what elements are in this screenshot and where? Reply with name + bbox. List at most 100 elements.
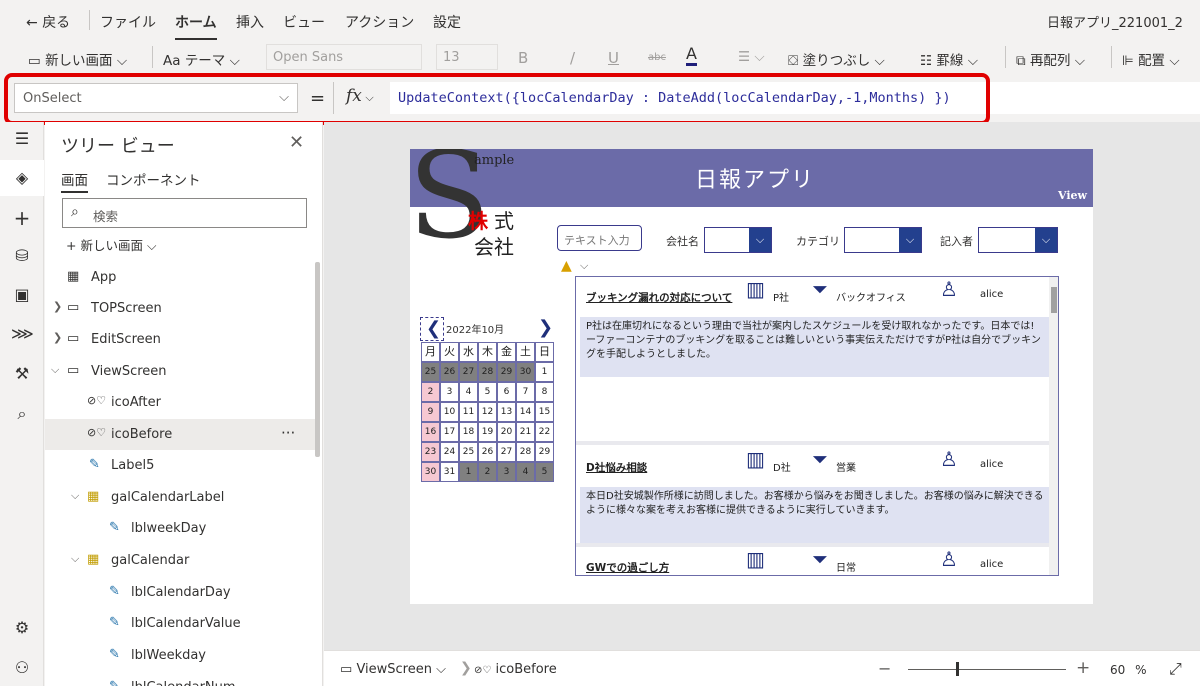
calendar-day-cell[interactable]: 7 (516, 382, 535, 402)
search-box[interactable]: ⌕ 検索 (62, 198, 307, 228)
calendar-day-cell[interactable]: 29 (497, 362, 516, 382)
calendar-day-cell[interactable]: 28 (516, 442, 535, 462)
warning-icon[interactable]: ▲ (561, 258, 572, 274)
tree-item-galcalendar[interactable]: ⌵ ▦ galCalendar (45, 545, 315, 576)
new-screen-button[interactable]: ▭ 新しい画面 ⌵ (28, 49, 127, 69)
calendar-day-cell[interactable]: 10 (440, 402, 459, 422)
tree-item-topscreen[interactable]: ❯ ▭ TOPScreen (45, 293, 315, 324)
tree-item-galcalendarlabel[interactable]: ⌵ ▦ galCalendarLabel (45, 482, 315, 513)
tree-item-lblcalendarvalue[interactable]: ✎ lblCalendarValue (45, 608, 315, 639)
text-input[interactable]: テキスト入力 (557, 225, 642, 251)
calendar-day-cell[interactable]: 4 (516, 462, 535, 482)
tree-item-icoafter[interactable]: ⊘♡ icoAfter (45, 387, 315, 418)
calendar-day-cell[interactable]: 23 (421, 442, 440, 462)
calendar-day-cell[interactable]: 3 (440, 382, 459, 402)
calendar-day-cell[interactable]: 27 (459, 362, 478, 382)
gear-icon[interactable]: ⚙ (11, 618, 33, 640)
font-size-dropdown[interactable]: 13 (436, 44, 498, 70)
calendar-day-cell[interactable]: 16 (421, 422, 440, 442)
plus-icon[interactable]: + (11, 206, 33, 230)
theme-button[interactable]: Aa テーマ ⌵ (163, 49, 240, 69)
tree-item-lblweekday[interactable]: ✎ lblweekDay (45, 513, 315, 544)
calendar-day-cell[interactable]: 17 (440, 422, 459, 442)
screen-selector[interactable]: ▭ ViewScreen ⌵ (340, 662, 446, 677)
chevron-right-icon[interactable]: ❯ (53, 300, 62, 313)
calendar-day-cell[interactable]: 26 (478, 442, 497, 462)
text-align-icon[interactable]: ☰ ⌵ (738, 49, 765, 65)
tree-item-lblweekday2[interactable]: ✎ lblWeekday (45, 640, 315, 671)
calendar-day-cell[interactable]: 11 (459, 402, 478, 422)
calendar-day-cell[interactable]: 29 (535, 442, 554, 462)
more-options-icon[interactable]: ··· (281, 424, 295, 442)
calendar-day-cell[interactable]: 9 (421, 402, 440, 422)
fill-button[interactable]: ⛋ 塗りつぶし ⌵ (788, 49, 885, 69)
selected-control[interactable]: ⊘♡ icoBefore (474, 662, 557, 677)
report-gallery[interactable]: ブッキング漏れの対応について ▥ P社 ⏷ バックオフィス ♙ alice P社… (575, 276, 1059, 576)
calendar-day-cell[interactable]: 26 (440, 362, 459, 382)
calendar-day-cell[interactable]: 21 (516, 422, 535, 442)
font-color-button[interactable]: A (686, 45, 697, 66)
calendar-day-cell[interactable]: 1 (459, 462, 478, 482)
calendar-day-cell[interactable]: 12 (478, 402, 497, 422)
calendar-day-cell[interactable]: 27 (497, 442, 516, 462)
calendar-day-cell[interactable]: 2 (478, 462, 497, 482)
gallery-scrollbar-thumb[interactable] (1051, 287, 1057, 313)
strikethrough-button[interactable]: abc (648, 52, 666, 63)
zoom-in-button[interactable]: + (1076, 658, 1090, 678)
media-icon[interactable]: ▣ (11, 285, 33, 307)
calendar-day-cell[interactable]: 13 (497, 402, 516, 422)
card-title[interactable]: GWでの過ごし方 (586, 560, 669, 575)
menu-home[interactable]: ホーム (175, 12, 217, 40)
calendar-day-cell[interactable]: 19 (478, 422, 497, 442)
ico-before-selection[interactable]: ❮ (420, 317, 444, 341)
tree-item-lblcalendarnum[interactable]: ✎ lblCalendarNum (45, 672, 315, 686)
font-dropdown[interactable]: Open Sans (266, 44, 422, 70)
tree-scrollbar[interactable] (315, 262, 320, 457)
calendar-day-cell[interactable]: 25 (421, 362, 440, 382)
calendar-day-cell[interactable]: 18 (459, 422, 478, 442)
italic-button[interactable]: / (570, 49, 575, 67)
chevron-down-icon[interactable]: ⌵ (51, 363, 59, 377)
author-dropdown[interactable]: ⌵ (978, 227, 1058, 253)
calendar-day-cell[interactable]: 14 (516, 402, 535, 422)
tab-screens[interactable]: 画面 (61, 169, 88, 193)
zoom-out-button[interactable]: − (878, 659, 891, 678)
tree-item-icobefore[interactable]: ⊘♡ icoBefore ··· (45, 419, 315, 450)
user-icon[interactable]: ⚇ (11, 658, 33, 680)
menu-settings[interactable]: 設定 (433, 12, 461, 32)
card-title[interactable]: D社悩み相談 (586, 460, 647, 475)
underline-button[interactable]: U (608, 49, 619, 67)
align-button[interactable]: ⊫ 配置 ⌵ (1122, 49, 1180, 69)
calendar-day-cell[interactable]: 28 (478, 362, 497, 382)
calendar-day-cell[interactable]: 3 (497, 462, 516, 482)
chevron-down-icon[interactable]: ⌵ (71, 552, 79, 566)
fullscreen-icon[interactable]: ⤢ (1169, 659, 1182, 679)
menu-insert[interactable]: 挿入 (236, 12, 264, 32)
card-title[interactable]: ブッキング漏れの対応について (586, 290, 732, 305)
calendar-day-cell[interactable]: 1 (535, 362, 554, 382)
new-screen-link[interactable]: + 新しい画面 ⌵ (66, 235, 156, 254)
tree-item-viewscreen[interactable]: ⌵ ▭ ViewScreen (45, 356, 315, 387)
zoom-slider-thumb[interactable] (956, 662, 959, 676)
tab-components[interactable]: コンポーネント (106, 169, 201, 189)
calendar-day-cell[interactable]: 31 (440, 462, 459, 482)
chevron-down-icon[interactable]: ⌵ (71, 489, 79, 503)
calendar-day-cell[interactable]: 6 (497, 382, 516, 402)
layers-icon[interactable]: ◈ (11, 168, 33, 190)
menu-file[interactable]: ファイル (100, 12, 156, 32)
calendar-day-cell[interactable]: 2 (421, 382, 440, 402)
calendar-day-cell[interactable]: 20 (497, 422, 516, 442)
calendar-day-cell[interactable]: 4 (459, 382, 478, 402)
tree-item-label5[interactable]: ✎ Label5 (45, 450, 315, 481)
database-icon[interactable]: ⛁ (11, 246, 33, 268)
bold-button[interactable]: B (518, 49, 528, 67)
close-icon[interactable]: ✕ (289, 132, 304, 153)
calendar-day-cell[interactable]: 24 (440, 442, 459, 462)
company-dropdown[interactable]: ⌵ (704, 227, 772, 253)
tree-item-lblcalendarday[interactable]: ✎ lblCalendarDay (45, 577, 315, 608)
border-button[interactable]: ☷ 罫線 ⌵ (920, 49, 978, 69)
chevron-right-icon[interactable]: ❯ (538, 317, 553, 338)
menu-view[interactable]: ビュー (283, 12, 325, 32)
calendar-day-cell[interactable]: 30 (516, 362, 535, 382)
menu-action[interactable]: アクション (345, 12, 414, 32)
